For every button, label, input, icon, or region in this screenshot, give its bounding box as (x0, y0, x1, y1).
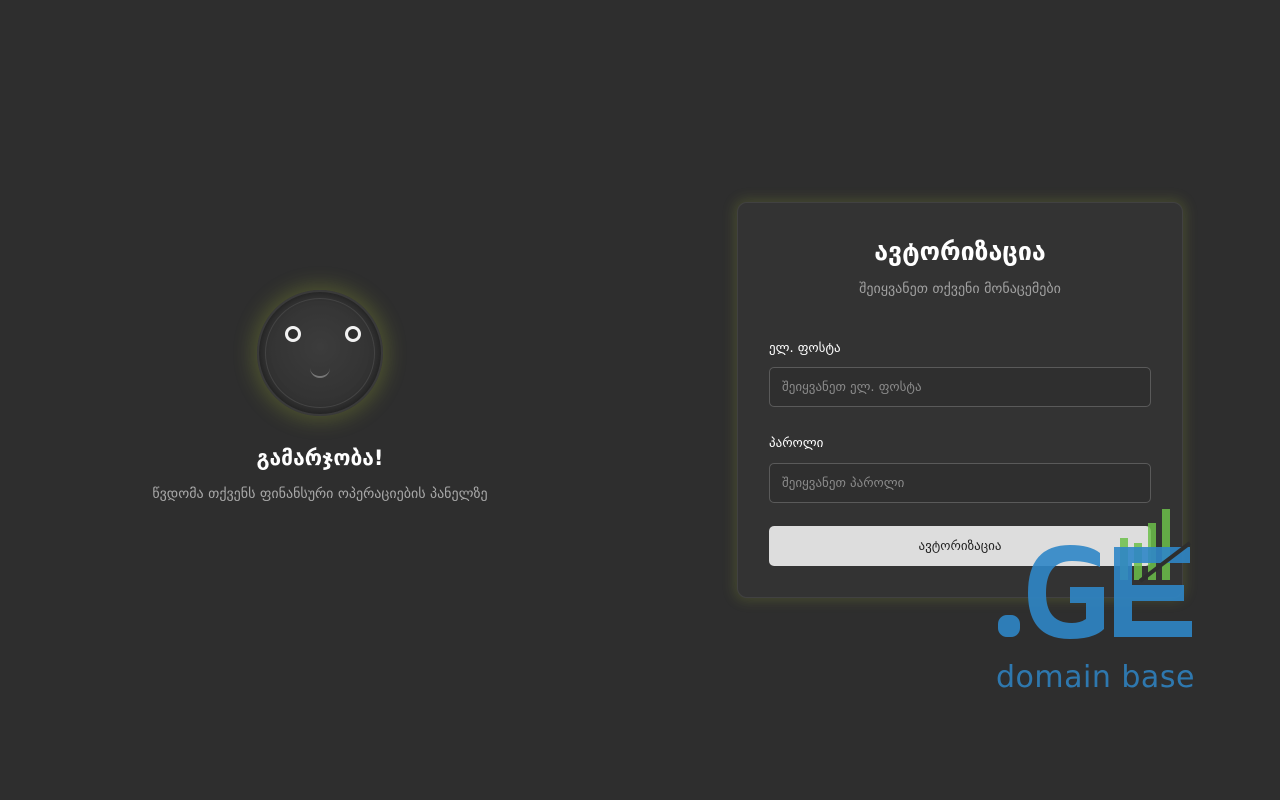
password-label: პაროლი (769, 436, 824, 451)
avatar-right-eye (345, 326, 361, 342)
avatar-left-eye (285, 326, 301, 342)
smiley-avatar-icon (257, 290, 383, 416)
email-field[interactable] (769, 367, 1151, 407)
logo-dot (998, 615, 1020, 637)
welcome-subtitle: წვდომა თქვენს ფინანსური ოპერაციების პანე… (152, 486, 488, 502)
password-field[interactable] (769, 463, 1151, 503)
welcome-title: გამარჯობა! (256, 446, 384, 470)
avatar-ring (265, 298, 375, 408)
login-title: ავტორიზაცია (874, 237, 1046, 266)
login-button[interactable]: ავტორიზაცია (769, 526, 1151, 566)
email-label: ელ. ფოსტა (769, 341, 841, 356)
login-card: ავტორიზაცია შეიყვანეთ თქვენი მონაცემები … (737, 202, 1183, 598)
watermark-caption: domain base (996, 660, 1195, 695)
login-page: გამარჯობა! წვდომა თქვენს ფინანსური ოპერა… (0, 0, 1280, 800)
login-subtitle: შეიყვანეთ თქვენი მონაცემები (859, 281, 1061, 297)
welcome-section: გამარჯობა! წვდომა თქვენს ფინანსური ოპერა… (110, 290, 530, 502)
